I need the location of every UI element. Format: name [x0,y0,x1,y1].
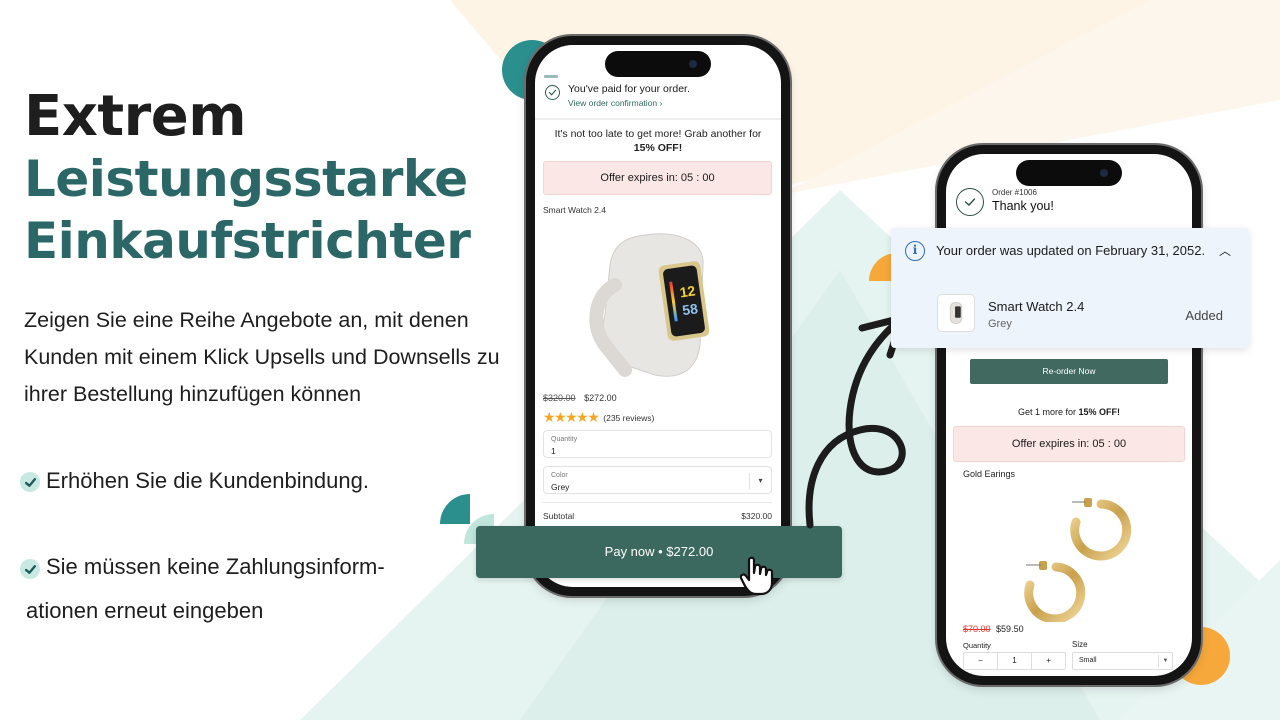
item-name: Smart Watch 2.4 [988,299,1085,314]
chevron-down-icon: ▼ [1158,655,1172,667]
order-header: Order #1006 Thank you! [956,188,1054,216]
quantity-value: 1 [551,446,556,456]
notification-message: Your order was updated on February 31, 2… [936,243,1206,258]
benefit-item: Sie müssen keine Zahlungsinform- ationen… [20,554,385,633]
upsell-message: Get 1 more for 15% OFF! [946,407,1192,417]
quantity-stepper: − 1 + [963,652,1066,670]
quantity-label: Quantity [963,641,991,650]
headline-line-1: Extrem [24,84,247,149]
benefit-text-line-2: ationen erneut eingeben [26,598,264,623]
order-number: Order #1006 [992,188,1037,197]
color-value: Grey [551,482,570,492]
reorder-button[interactable]: Re-order Now [970,359,1168,384]
check-icon [20,472,40,492]
upsell-discount: 15% OFF! [1078,407,1121,417]
upsell-discount: 15% OFF! [633,142,683,154]
check-circle-icon [545,85,560,100]
review-count: (235 reviews) [603,412,655,423]
color-label: Color [551,472,568,479]
subtotal-label: Subtotal [543,511,575,521]
increment-button[interactable]: + [1032,653,1065,669]
upsell-text: Get 1 more for [1017,407,1079,417]
quantity-input[interactable]: Quantity 1 [543,430,772,458]
checkout-screen: You've paid for your order. View order c… [535,45,781,587]
decrement-button[interactable]: − [964,653,998,669]
benefit-text: Erhöhen Sie die Kundenbindung. [46,468,369,493]
paid-title: You've paid for your order. [568,83,690,95]
color-select[interactable]: Color Grey ▾ [543,466,772,494]
thank-you-title: Thank you! [992,199,1054,213]
sale-price: $272.00 [584,393,617,403]
star-rating-icon: ★★★★★ [543,409,600,425]
svg-text:58: 58 [681,300,699,318]
size-select[interactable]: Small ▼ [1072,652,1173,670]
subtotal-value: $320.00 [741,511,772,521]
divider [535,118,781,120]
rating: ★★★★★ (235 reviews) [543,409,654,426]
teal-quarter-deco [440,494,470,524]
svg-text:12: 12 [679,282,697,300]
sale-price: $59.50 [996,624,1024,634]
size-value: Small [1079,657,1097,664]
chevron-down-icon: ▾ [749,473,771,489]
original-price: $320.00 [543,393,576,403]
chevron-up-icon[interactable]: ︿ [1219,242,1231,259]
phone-checkout: You've paid for your order. View order c… [526,36,790,596]
hand-pointer-icon [740,556,774,596]
product-thumbnail [937,294,975,332]
benefit-text: Sie müssen keine Zahlungsinform- ationen… [26,545,385,633]
product-name: Gold Earings [963,469,1016,479]
original-price: $70.00 [963,624,991,634]
gold-earrings-image [1024,498,1132,622]
headline-line-2: Leistungsstarke [24,150,468,208]
price-row: $320.00 $272.00 [543,393,617,403]
store-logo [544,75,558,78]
upsell-text: It's not too late to get more! Grab anot… [554,128,762,140]
headline-line-3: Einkaufstrichter [24,212,471,270]
size-label: Size [1072,640,1088,649]
order-update-notification: i Your order was updated on February 31,… [891,228,1249,348]
divider [543,502,772,503]
quantity-value[interactable]: 1 [998,653,1032,669]
pay-now-button[interactable]: Pay now • $272.00 [476,526,842,578]
description: Zeigen Sie eine Reihe Angebote an, mit d… [24,308,500,406]
check-icon [20,559,40,579]
offer-timer: Offer expires in: 05 : 00 [543,161,772,195]
check-circle-icon [956,188,984,216]
smart-watch-image: 12 58 [589,233,710,377]
item-variant: Grey [988,318,1012,330]
product-name: Smart Watch 2.4 [543,205,606,215]
upsell-message: It's not too late to get more! Grab anot… [535,127,781,155]
price-row: $70.00 $59.50 [963,624,1024,634]
payment-confirmation: You've paid for your order. View order c… [545,83,690,108]
benefit-item: Erhöhen Sie die Kundenbindung. [20,468,369,494]
item-status: Added [1185,308,1223,323]
view-order-link[interactable]: View order confirmation › [568,98,690,108]
info-icon: i [905,241,925,261]
offer-timer: Offer expires in: 05 : 00 [953,426,1185,462]
subtotal-row: Subtotal $320.00 [543,511,772,521]
headline: Extrem Leistungsstarke Einkaufstrichter [24,84,471,272]
dynamic-island [1016,160,1122,186]
phone-thank-you: Order #1006 Thank you! Re-order Now Get … [937,145,1201,685]
quantity-label: Quantity [551,436,578,443]
benefit-text-line-1: Sie müssen keine Zahlungsinform- [46,554,385,579]
dynamic-island [605,51,711,77]
